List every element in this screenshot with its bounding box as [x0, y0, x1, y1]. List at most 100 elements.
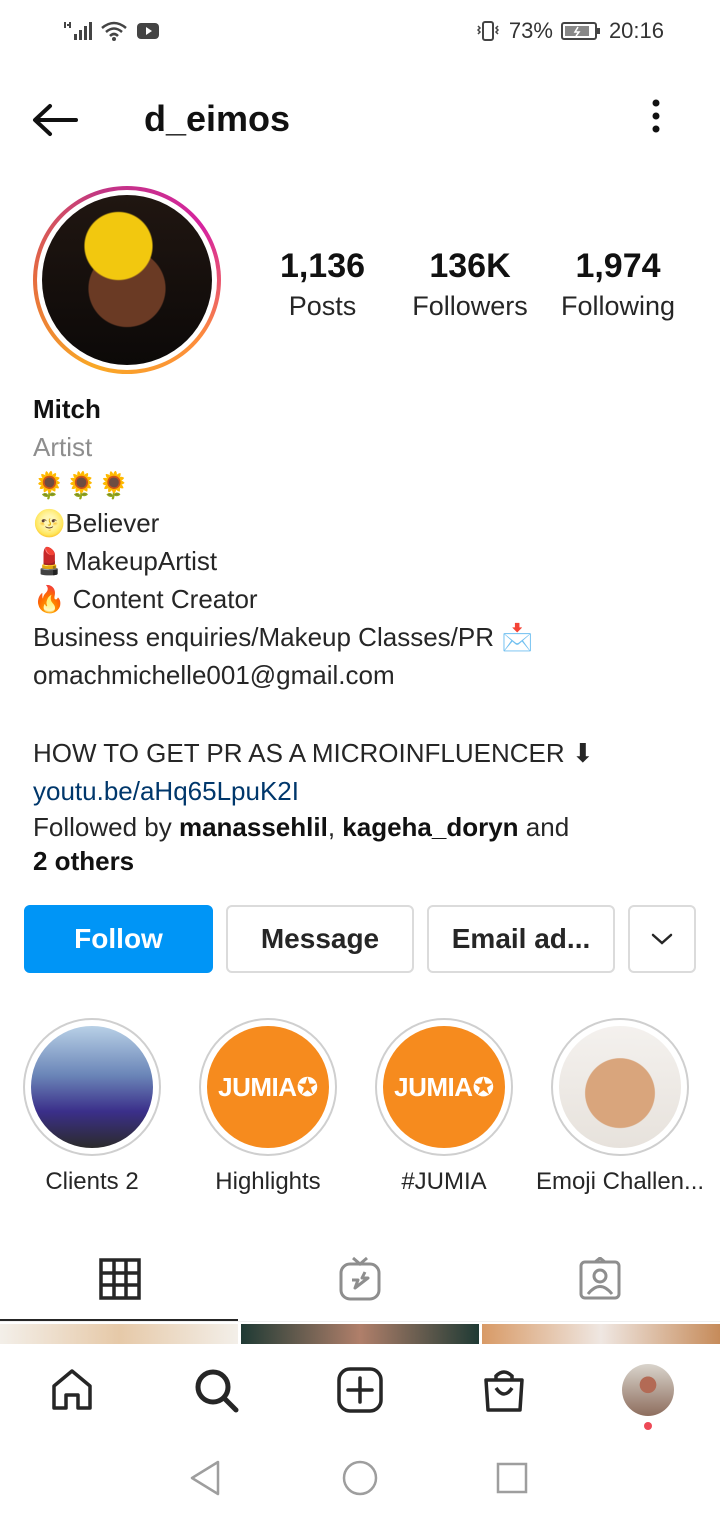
highlight-ring: JUMIA ✪ — [375, 1018, 513, 1156]
igtv-icon — [339, 1256, 381, 1301]
display-name: Mitch — [33, 394, 101, 424]
search-icon — [195, 1369, 239, 1413]
notification-dot — [644, 1422, 652, 1430]
status-left — [62, 20, 160, 42]
tab-tagged[interactable] — [480, 1236, 720, 1322]
nav-shop[interactable] — [478, 1364, 530, 1416]
bottom-navigation — [0, 1344, 720, 1432]
posts-count: 1,136 — [279, 247, 366, 285]
system-back-icon[interactable] — [186, 1458, 226, 1498]
profile-avatar[interactable] — [33, 186, 221, 374]
back-arrow-icon[interactable] — [30, 100, 80, 140]
tab-igtv[interactable] — [240, 1236, 480, 1322]
email-button[interactable]: Email ad... — [427, 905, 615, 973]
following-label: Following — [560, 291, 676, 321]
mutual-follower[interactable]: manassehlil — [179, 812, 328, 842]
highlight-item[interactable]: JUMIA ✪ Highlights — [198, 1018, 338, 1196]
followers-label: Followers — [412, 291, 528, 321]
highlight-label: Clients 2 — [45, 1168, 139, 1195]
followed-by-separator: , — [327, 812, 343, 842]
following-stat[interactable]: 1,974 Following — [550, 246, 686, 322]
jumia-logo-text: JUMIA — [394, 1071, 473, 1102]
posts-grid — [0, 1324, 720, 1344]
grid-icon — [99, 1258, 141, 1300]
highlight-item[interactable]: Emoji Challen... — [536, 1018, 704, 1196]
add-post-icon — [337, 1367, 383, 1413]
profile-header: d_eimos — [0, 82, 720, 154]
jumia-logo: JUMIA ✪ — [383, 1026, 505, 1148]
followed-by[interactable]: Followed by manassehlil, kageha_doryn an… — [33, 810, 693, 878]
jumia-logo: JUMIA ✪ — [207, 1026, 329, 1148]
system-recents-icon[interactable] — [492, 1458, 532, 1498]
bio-line: 🔥 Content Creator — [33, 584, 258, 614]
bio-video-line: HOW TO GET PR AS A MICROINFLUENCER ⬇ — [33, 738, 594, 768]
clock: 20:16 — [608, 18, 664, 43]
highlight-ring: JUMIA ✪ — [199, 1018, 337, 1156]
star-icon: ✪ — [296, 1071, 319, 1102]
posts-stat[interactable]: 1,136 Posts — [260, 246, 385, 322]
page-title: d_eimos — [144, 98, 291, 139]
bio-line: 💄MakeupArtist — [33, 546, 218, 576]
profile-bio: Mitch Artist 🌻🌻🌻 🌝Believer 💄MakeupArtist… — [33, 390, 693, 878]
mutual-followers-others[interactable]: 2 others — [33, 846, 134, 876]
tagged-icon — [579, 1257, 621, 1300]
posts-label: Posts — [288, 291, 357, 321]
message-button[interactable]: Message — [226, 905, 414, 973]
post-thumbnail[interactable] — [482, 1324, 720, 1344]
status-bar: 73% 20:16 — [0, 0, 720, 62]
followers-stat[interactable]: 136K Followers — [406, 246, 534, 322]
bio-link[interactable]: youtu.be/aHq65LpuK2I — [33, 772, 693, 810]
post-thumbnail[interactable] — [241, 1324, 479, 1344]
home-icon — [52, 1369, 92, 1410]
system-home-icon[interactable] — [340, 1458, 380, 1498]
followers-count: 136K — [429, 247, 511, 285]
vibrate-icon — [476, 21, 499, 41]
battery-icon — [560, 22, 600, 40]
chevron-down-icon — [651, 933, 673, 945]
highlight-item[interactable]: JUMIA ✪ #JUMIA — [374, 1018, 514, 1196]
highlight-label: Highlights — [215, 1168, 321, 1195]
nav-search[interactable] — [190, 1364, 242, 1416]
bio-line: 🌻🌻🌻 — [33, 470, 131, 500]
profile-actions: Follow Message Email ad... — [24, 905, 696, 973]
followed-by-prefix: Followed by — [33, 812, 179, 842]
signal-icon — [64, 22, 92, 40]
nav-new-post[interactable] — [334, 1364, 386, 1416]
more-options-icon[interactable] — [640, 96, 672, 140]
content-tabs — [0, 1236, 720, 1322]
highlight-label: Emoji Challen... — [535, 1168, 705, 1195]
post-thumbnail[interactable] — [0, 1324, 238, 1344]
avatar-photo — [42, 195, 212, 365]
active-tab-indicator — [0, 1319, 238, 1321]
tab-posts-grid[interactable] — [0, 1236, 240, 1322]
following-count: 1,974 — [575, 247, 661, 285]
avatar-border — [37, 190, 217, 370]
shop-icon — [484, 1370, 524, 1412]
bio-line: 🌝Believer — [33, 508, 160, 538]
highlight-ring — [551, 1018, 689, 1156]
highlight-cover — [31, 1026, 153, 1148]
battery-percent: 73% — [508, 18, 553, 43]
follow-button[interactable]: Follow — [24, 905, 213, 973]
bio-email: omachmichelle001@gmail.com — [33, 660, 395, 690]
highlight-item[interactable]: Clients 2 — [22, 1018, 162, 1196]
status-right: 73% 20:16 — [475, 18, 664, 44]
nav-profile[interactable] — [622, 1364, 674, 1416]
nav-home[interactable] — [46, 1364, 98, 1416]
story-highlights: Clients 2 JUMIA ✪ Highlights JUMIA ✪ #JUMI… — [20, 1018, 720, 1198]
wifi-icon — [101, 21, 127, 41]
mutual-follower[interactable]: kageha_doryn — [342, 812, 518, 842]
highlight-ring — [23, 1018, 161, 1156]
highlight-cover — [559, 1026, 681, 1148]
bio-spacer — [33, 694, 693, 734]
highlight-label: #JUMIA — [401, 1168, 487, 1195]
suggested-accounts-button[interactable] — [628, 905, 696, 973]
jumia-logo-text: JUMIA — [218, 1071, 297, 1102]
followed-by-and: and — [518, 812, 570, 842]
profile-category: Artist — [33, 432, 93, 462]
bio-line: Business enquiries/Makeup Classes/PR 📩 — [33, 622, 534, 652]
star-icon: ✪ — [472, 1071, 495, 1102]
system-navigation — [0, 1432, 720, 1520]
profile-avatar — [622, 1364, 674, 1416]
youtube-icon — [137, 23, 159, 39]
